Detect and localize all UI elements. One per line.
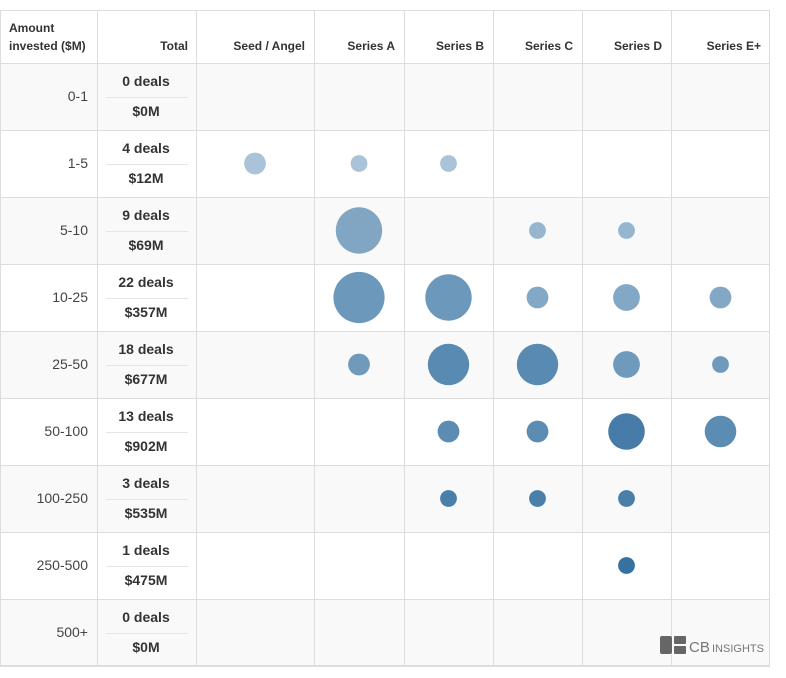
row-total-amount: $12M (128, 170, 163, 186)
logo-brand-insights: INSIGHTS (712, 643, 764, 655)
row-range-label: 50-100 (44, 423, 88, 439)
bubble (529, 222, 546, 239)
row-total-amount: $69M (128, 237, 163, 253)
row-background (0, 532, 770, 599)
bubble-table-chart: Amount invested ($M) Total Seed / Angel S… (0, 10, 770, 667)
bubble (335, 207, 383, 254)
logo-mark-right-lower (674, 646, 686, 654)
row-background (0, 599, 770, 666)
row-header-label-line2: invested ($M) (9, 39, 86, 53)
row-range-label: 100-250 (37, 490, 89, 506)
row-total-deals: 3 deals (122, 475, 170, 491)
row-range-label: 5-10 (60, 222, 88, 238)
row-total-deals: 18 deals (118, 341, 173, 357)
row-range-label: 0-1 (68, 88, 88, 104)
row-background (0, 331, 770, 398)
bubble (613, 351, 640, 378)
row-background (0, 63, 770, 130)
bubble (613, 284, 640, 311)
header-background (0, 10, 770, 63)
stage-header: Seed / Angel (233, 39, 305, 53)
stage-header: Series E+ (707, 39, 761, 53)
row-background (0, 398, 770, 465)
row-range-label: 250-500 (37, 557, 89, 573)
logo-brand-cb: CB (689, 639, 710, 656)
row-total-deals: 0 deals (122, 73, 170, 89)
row-header-label-line1: Amount (9, 21, 54, 35)
row-total-amount: $535M (125, 505, 168, 521)
bubble (350, 155, 368, 172)
row-total-deals: 0 deals (122, 609, 170, 625)
bubble (704, 415, 737, 448)
chart-frame: Amount invested ($M) Total Seed / Angel S… (0, 10, 770, 667)
row-total-amount: $475M (125, 572, 168, 588)
stage-header: Series B (436, 39, 484, 53)
logo-mark-left (660, 636, 672, 654)
bubble (618, 557, 635, 574)
row-total-deals: 4 deals (122, 140, 170, 156)
bubble (516, 343, 559, 386)
row-backgrounds (0, 10, 770, 666)
row-total-deals: 22 deals (118, 274, 173, 290)
bubble (425, 274, 472, 321)
bubble (529, 490, 546, 507)
bubble (440, 155, 457, 172)
row-total-amount: $0M (132, 639, 159, 655)
bubble (712, 356, 729, 373)
row-range-label: 500+ (56, 624, 88, 640)
row-total-amount: $357M (125, 304, 168, 320)
logo-mark-right (674, 636, 686, 644)
row-total-amount: $677M (125, 371, 168, 387)
bubble (437, 420, 460, 443)
bubble (618, 222, 635, 239)
row-total-deals: 1 deals (122, 542, 170, 558)
row-background (0, 465, 770, 532)
bubble (333, 271, 385, 324)
row-total-deals: 13 deals (118, 408, 173, 424)
bubble (427, 343, 470, 386)
stage-header: Series A (347, 39, 395, 53)
bubble (526, 286, 549, 309)
row-range-label: 25-50 (52, 356, 88, 372)
row-range-label: 1-5 (68, 155, 88, 171)
bubble (608, 413, 645, 450)
stage-header: Series C (525, 39, 573, 53)
row-background (0, 130, 770, 197)
row-background (0, 264, 770, 331)
bubble (244, 152, 266, 175)
row-total-amount: $0M (132, 103, 159, 119)
bubble (618, 490, 635, 507)
bubble (709, 286, 732, 309)
total-column-header: Total (160, 39, 188, 53)
row-total-deals: 9 deals (122, 207, 170, 223)
bubble (348, 353, 370, 376)
row-range-label: 10-25 (52, 289, 88, 305)
bubble (526, 420, 549, 443)
row-background (0, 197, 770, 264)
stage-header: Series D (614, 39, 662, 53)
bubble (440, 490, 457, 507)
row-total-amount: $902M (125, 438, 168, 454)
